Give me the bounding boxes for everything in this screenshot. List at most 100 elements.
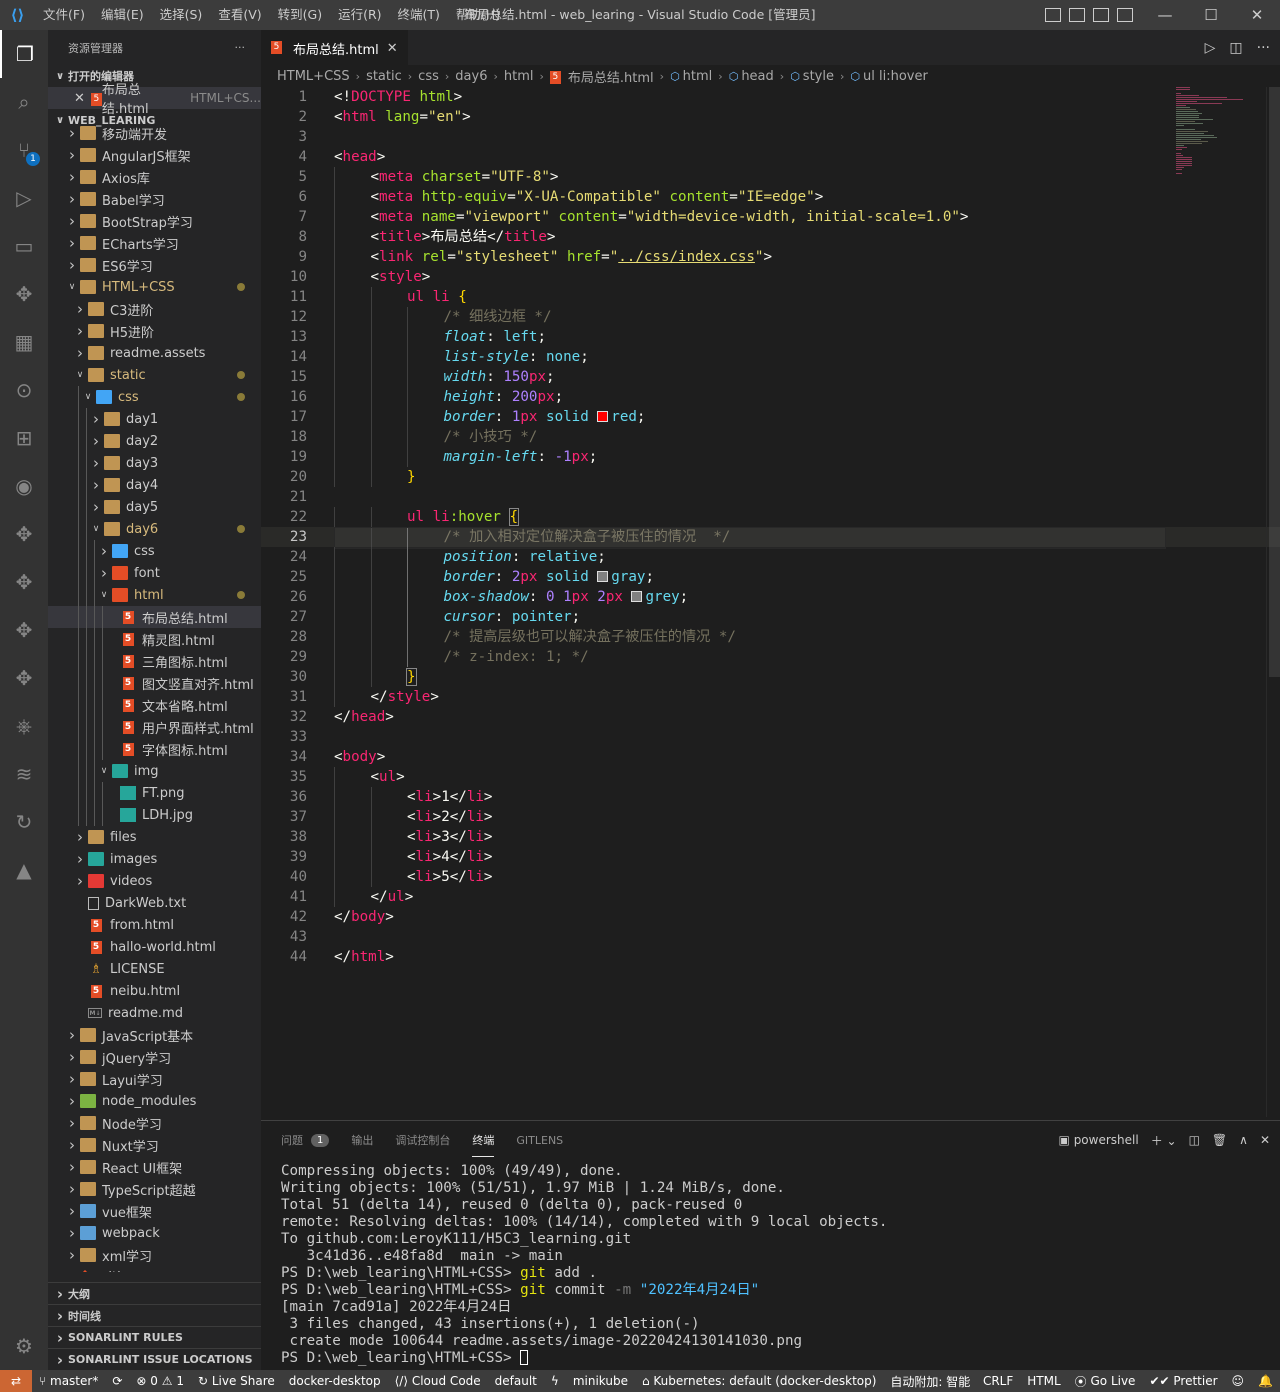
database-icon[interactable]: ≋ [0, 750, 48, 798]
panel-tab[interactable]: 输出 [351, 1124, 373, 1156]
code-editor[interactable]: 1 <!DOCTYPE html> 2 <html lang="en"> 3 4 <head… [261, 87, 1280, 1117]
breadcrumb-item[interactable]: style [803, 69, 834, 84]
run-debug-icon[interactable]: ▷ [0, 174, 48, 222]
panel-tab[interactable]: 问题 1 [281, 1124, 330, 1156]
tree-item[interactable]: › day2 [48, 430, 261, 452]
tree-item[interactable]: hallo-world.html [48, 936, 261, 958]
tree-item[interactable]: › TypeScript超越 [48, 1178, 261, 1200]
tree-item[interactable]: › files [48, 826, 261, 848]
tree-item[interactable]: › React UI框架 [48, 1156, 261, 1178]
tree-item[interactable]: 布局总结.html [48, 606, 261, 628]
tree-item[interactable]: › day5 [48, 496, 261, 518]
panel-tab[interactable]: 终端 [472, 1124, 495, 1157]
extensions-remote-icon[interactable]: ✥ [0, 270, 48, 318]
run-file-icon[interactable]: ▷ [1205, 40, 1216, 56]
tree-item[interactable]: M↓ readme.md [48, 1002, 261, 1024]
terminal-output[interactable]: Compressing objects: 100% (49/49), done.… [281, 1163, 887, 1367]
tree-item[interactable]: › css [48, 540, 261, 562]
breadcrumb-item[interactable]: html [683, 69, 713, 84]
kill-terminal-icon[interactable]: 🗑 [1212, 1133, 1227, 1147]
live-share-icon[interactable]: ↻ [0, 798, 48, 846]
tree-item[interactable]: ∨ static [48, 364, 261, 386]
tree-item[interactable]: › C3进阶 [48, 298, 261, 320]
feedback-icon[interactable]: ☺ [1225, 1374, 1252, 1388]
scrollbar-thumb[interactable] [1269, 87, 1280, 677]
tree-item[interactable]: › BootStrap学习 [48, 210, 261, 232]
menu-item[interactable]: 文件(F) [35, 0, 93, 30]
tree-item[interactable]: LDH.jpg [48, 804, 261, 826]
go-live-button[interactable]: ⦿ Go Live [1068, 1373, 1143, 1390]
tree-item[interactable]: › day3 [48, 452, 261, 474]
customize-layout-icon[interactable] [1117, 8, 1133, 22]
minikube-status[interactable]: minikube [566, 1374, 635, 1388]
toggle-secondary-sidebar-icon[interactable] [1093, 8, 1109, 22]
collapsed-section[interactable]: › SONARLINT ISSUE LOCATIONS [48, 1348, 261, 1370]
more-actions-icon[interactable]: ··· [1257, 40, 1270, 56]
docker-icon[interactable]: ▦ [0, 318, 48, 366]
close-tab-icon[interactable]: ✕ [387, 41, 398, 56]
notifications-icon[interactable]: 🔔 [1251, 1374, 1280, 1388]
docker-context[interactable]: docker-desktop [282, 1374, 388, 1388]
tree-item[interactable]: ∨ html [48, 584, 261, 606]
split-editor-icon[interactable]: ◫ [1229, 40, 1242, 56]
tree-item[interactable]: › AngularJS框架 [48, 144, 261, 166]
color-swatch[interactable] [597, 411, 609, 422]
breadcrumb-item[interactable]: css [418, 69, 439, 84]
tree-item[interactable]: › Babel学习 [48, 188, 261, 210]
tree-item[interactable]: from.html [48, 914, 261, 936]
sync-button[interactable]: ⟳ [105, 1374, 129, 1388]
close-window-button[interactable]: ✕ [1234, 0, 1280, 30]
editor-scrollbar[interactable] [1266, 87, 1280, 1117]
maximize-panel-icon[interactable]: ∧ [1239, 1133, 1248, 1147]
breadcrumb-item[interactable]: HTML+CSS [277, 69, 350, 84]
panel-tab[interactable]: GITLENS [516, 1126, 563, 1155]
tree-item[interactable]: › JavaScript基本 [48, 1024, 261, 1046]
cloud-code-api-icon[interactable]: ✥ [0, 606, 48, 654]
terminal-shell-selector[interactable]: ▣ powershell [1059, 1133, 1139, 1147]
menu-item[interactable]: 转到(G) [270, 0, 330, 30]
tree-item[interactable]: ∨ HTML+CSS [48, 276, 261, 298]
tree-item[interactable]: 三角图标.html [48, 650, 261, 672]
cloud-code-run-icon[interactable]: ✥ [0, 558, 48, 606]
explorer-icon[interactable]: ❐ [0, 30, 48, 78]
tree-item[interactable]: › day1 [48, 408, 261, 430]
collapsed-section[interactable]: › 时间线 [48, 1304, 261, 1326]
tree-item[interactable]: › xml学习 [48, 1244, 261, 1266]
cloud-code-button[interactable]: ⟨/⟩ Cloud Code [388, 1374, 488, 1388]
source-control-icon[interactable]: ⑂ 1 [0, 126, 48, 174]
tree-item[interactable]: ∨ day6 [48, 518, 261, 540]
tree-item[interactable]: ∨ img [48, 760, 261, 782]
cloud-code-secret-icon[interactable]: ✥ [0, 654, 48, 702]
tree-item[interactable]: › videos [48, 870, 261, 892]
search-icon[interactable]: ⌕ [0, 78, 48, 126]
tree-item[interactable]: .gitignore [48, 1266, 261, 1272]
extensions-icon[interactable]: ⊞ [0, 414, 48, 462]
tree-item[interactable]: › Axios库 [48, 166, 261, 188]
tab-active-file[interactable]: 布局总结.html ✕ [261, 30, 408, 65]
problems-status[interactable]: ⊗ 0 ⚠ 1 [129, 1374, 191, 1388]
tree-item[interactable]: 用户界面样式.html [48, 716, 261, 738]
azure-icon[interactable]: ▲ [0, 846, 48, 894]
lightning-icon[interactable]: ϟ [544, 1374, 566, 1388]
tree-item[interactable]: › Nuxt学习 [48, 1134, 261, 1156]
color-swatch[interactable] [631, 591, 643, 602]
tree-item[interactable]: DarkWeb.txt [48, 892, 261, 914]
tree-item[interactable]: › images [48, 848, 261, 870]
split-terminal-icon[interactable]: ◫ [1189, 1133, 1200, 1147]
explorer-more-icon[interactable]: ··· [235, 41, 246, 54]
close-editor-icon[interactable]: ✕ [74, 91, 85, 106]
tree-item[interactable]: 精灵图.html [48, 628, 261, 650]
new-terminal-icon[interactable]: ＋ ⌄ [1151, 1132, 1177, 1149]
breadcrumb-item[interactable]: head [741, 69, 773, 84]
open-editor-item[interactable]: ✕ 布局总结.html HTML+CS... [48, 83, 261, 117]
panel-tab[interactable]: 调试控制台 [395, 1124, 450, 1156]
tree-item[interactable]: › node_modules [48, 1090, 261, 1112]
tree-item[interactable]: › H5进阶 [48, 320, 261, 342]
git-branch[interactable]: ⑂ master* [32, 1374, 105, 1388]
tree-item[interactable]: 字体图标.html [48, 738, 261, 760]
gitlens-icon[interactable]: ⊙ [0, 366, 48, 414]
tree-item[interactable]: › font [48, 562, 261, 584]
remote-indicator-icon[interactable]: ⇄ [0, 1370, 32, 1392]
breadcrumb-item[interactable]: 布局总结.html [568, 67, 654, 86]
toggle-primary-sidebar-icon[interactable] [1045, 8, 1061, 22]
